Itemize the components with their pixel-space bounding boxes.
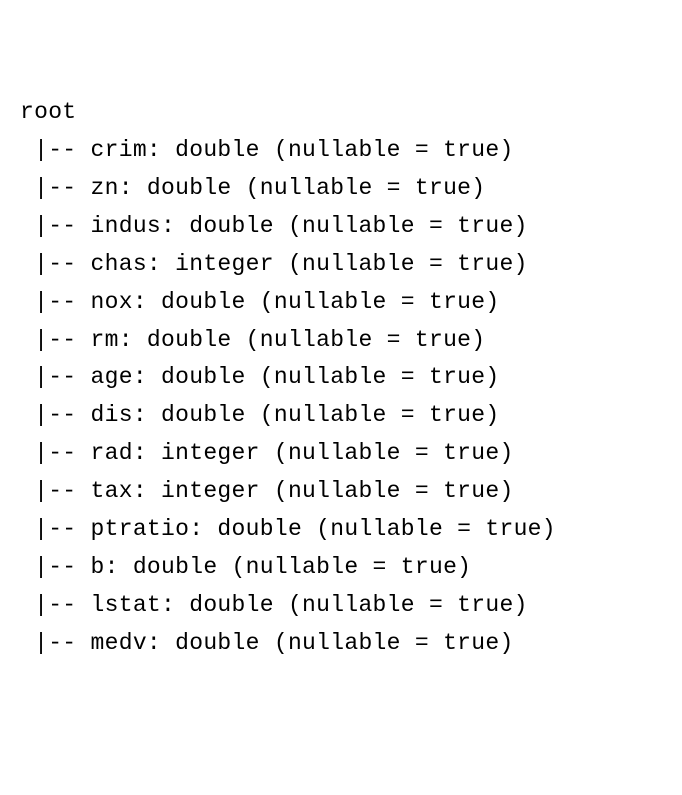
schema-field-line: |-- lstat: double (nullable = true) — [20, 587, 662, 625]
schema-field-line: |-- rad: integer (nullable = true) — [20, 435, 662, 473]
schema-field-line: |-- ptratio: double (nullable = true) — [20, 511, 662, 549]
schema-field-line: |-- nox: double (nullable = true) — [20, 284, 662, 322]
schema-fields-container: |-- crim: double (nullable = true) |-- z… — [20, 132, 662, 663]
schema-field-line: |-- crim: double (nullable = true) — [20, 132, 662, 170]
schema-field-line: |-- rm: double (nullable = true) — [20, 322, 662, 360]
schema-field-line: |-- age: double (nullable = true) — [20, 359, 662, 397]
schema-field-line: |-- b: double (nullable = true) — [20, 549, 662, 587]
schema-field-line: |-- dis: double (nullable = true) — [20, 397, 662, 435]
schema-field-line: |-- tax: integer (nullable = true) — [20, 473, 662, 511]
schema-root-label: root — [20, 94, 662, 132]
schema-field-line: |-- indus: double (nullable = true) — [20, 208, 662, 246]
schema-field-line: |-- medv: double (nullable = true) — [20, 625, 662, 663]
schema-field-line: |-- chas: integer (nullable = true) — [20, 246, 662, 284]
schema-field-line: |-- zn: double (nullable = true) — [20, 170, 662, 208]
